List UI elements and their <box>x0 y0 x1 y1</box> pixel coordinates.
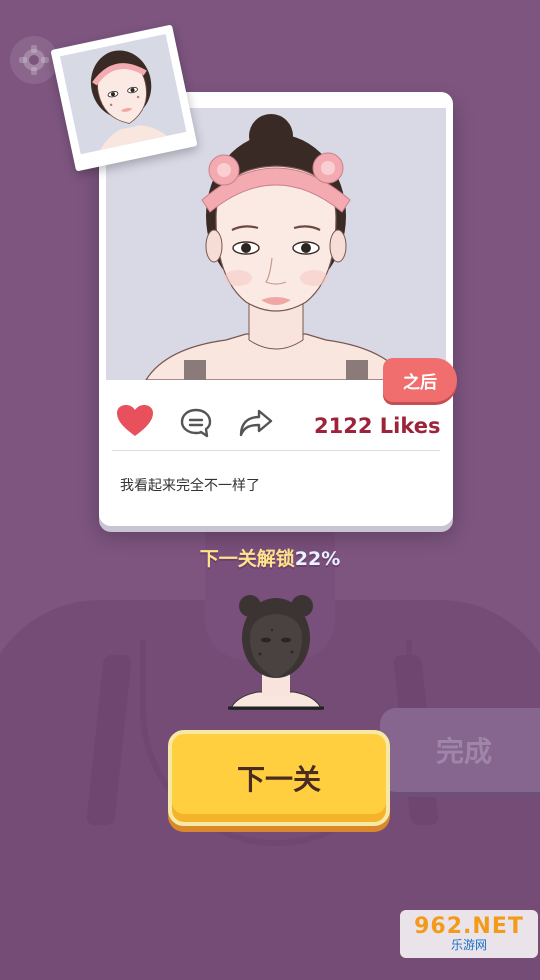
comment-icon[interactable] <box>180 408 212 438</box>
heart-icon[interactable] <box>116 404 154 438</box>
after-tag: 之后 <box>383 358 457 402</box>
share-icon[interactable] <box>238 408 274 438</box>
done-button[interactable]: 完成 <box>380 708 540 792</box>
watermark-subtitle: 乐游网 <box>450 938 487 952</box>
unlock-label: 下一关解锁 <box>199 548 295 570</box>
unlock-percent: 22% <box>294 548 341 570</box>
likes-count: 2122 Likes <box>314 414 441 438</box>
site-watermark: 962.NET 乐游网 <box>400 910 538 958</box>
next-level-button[interactable]: 下一关 <box>168 730 390 826</box>
before-photo-thumbnail[interactable] <box>50 24 198 172</box>
post-card <box>99 92 453 526</box>
next-level-unlock-progress: 下一关解锁22% <box>0 544 540 571</box>
post-caption: 我看起来完全不一样了 <box>120 478 260 494</box>
card-divider <box>112 450 440 451</box>
locked-character-silhouette <box>228 592 324 711</box>
watermark-logo: 962.NET <box>414 914 524 939</box>
settings-button[interactable] <box>10 36 58 84</box>
gear-icon <box>19 45 49 75</box>
